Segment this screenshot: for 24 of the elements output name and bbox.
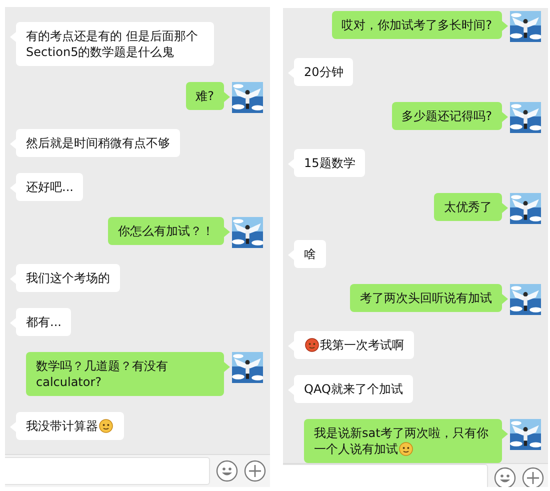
message-input[interactable] bbox=[5, 457, 210, 485]
message-text: 20分钟 bbox=[304, 65, 344, 79]
message-text: 多少题还记得吗? bbox=[402, 109, 492, 123]
message-text: 我们这个考场的 bbox=[26, 271, 110, 285]
message-text: 还好吧... bbox=[26, 180, 74, 194]
message-text: 数学吗？几道题？有没有calculator? bbox=[36, 359, 168, 389]
message-text: 太优秀了 bbox=[444, 200, 492, 214]
message-text: 哎对，你加试考了多长时间? bbox=[342, 18, 492, 32]
message-text: QAQ就来了个加试 bbox=[304, 382, 403, 396]
message-text: 考了两次头回听说有加试 bbox=[360, 291, 492, 305]
message-text: 我没带计算器 bbox=[26, 419, 98, 433]
message-text: 我第一次考试啊 bbox=[320, 338, 404, 352]
message-text: 然后就是时间稍微有点不够 bbox=[26, 136, 170, 150]
message-text: 难? bbox=[196, 89, 214, 103]
smiley-icon[interactable] bbox=[216, 460, 238, 482]
message-text: 有的考点还是有的 但是后面那个Section5的数学题是什么鬼 bbox=[26, 29, 198, 59]
message-text: 啥 bbox=[304, 247, 316, 261]
plus-icon[interactable] bbox=[522, 467, 544, 487]
message-text: 你怎么有加试？！ bbox=[118, 224, 214, 238]
smiley-icon[interactable] bbox=[494, 467, 516, 487]
message-text: 我是说新sat考了两次啦，只有你一个人说有加试 bbox=[314, 426, 488, 456]
message-text: 15题数学 bbox=[304, 156, 356, 170]
message-text: 都有... bbox=[26, 315, 62, 329]
plus-icon[interactable] bbox=[244, 460, 266, 482]
